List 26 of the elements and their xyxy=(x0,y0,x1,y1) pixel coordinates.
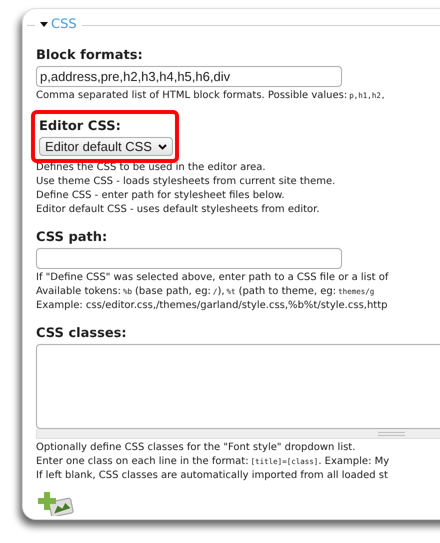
resize-grip[interactable] xyxy=(36,429,440,439)
chevron-down-icon xyxy=(158,144,167,150)
help-text: ), xyxy=(217,285,225,299)
help-text: Comma separated list of HTML block formats. Possible values: xyxy=(36,89,348,103)
field-label: Editor CSS: xyxy=(39,119,122,135)
text-field[interactable]: p,address,pre,h2,h3,h4,h5,h6,div xyxy=(36,66,342,87)
help-text: Define CSS - enter path for stylesheet files below. xyxy=(36,189,285,203)
help-text: Use theme CSS - loads stylesheets from current site theme. xyxy=(36,175,336,189)
triangle-icon xyxy=(40,22,48,28)
help-text: Enter one class on each line in the format: xyxy=(36,455,249,469)
field-label: CSS path: xyxy=(36,230,108,246)
dropdown-select[interactable]: Editor default CSS xyxy=(39,137,173,156)
help-text: Available tokens: xyxy=(36,285,121,299)
field-label: Block formats: xyxy=(36,48,144,64)
help-text: Optionally define CSS classes for the "Font style" dropdown list. xyxy=(36,441,356,455)
text-field[interactable] xyxy=(36,248,342,269)
add-image-icon[interactable] xyxy=(38,492,74,516)
help-text: Example: css/editor.css,/themes/garland/style.css,%b%t/style.css,http xyxy=(36,299,388,313)
help-text: (base path, eg: xyxy=(135,285,211,299)
help-text: If left blank, CSS classes are automatically imported from all loaded st xyxy=(36,469,388,483)
field-label: CSS classes: xyxy=(36,326,128,342)
help-text: (path to theme, eg: xyxy=(238,285,336,299)
text-area[interactable] xyxy=(36,344,440,429)
help-text: If "Define CSS" was selected above, enter path to a CSS file or a list of xyxy=(36,271,388,285)
help-text: . Example: My xyxy=(318,455,390,469)
help-text: Editor default CSS - uses default stylesheets from editor. xyxy=(36,203,320,217)
